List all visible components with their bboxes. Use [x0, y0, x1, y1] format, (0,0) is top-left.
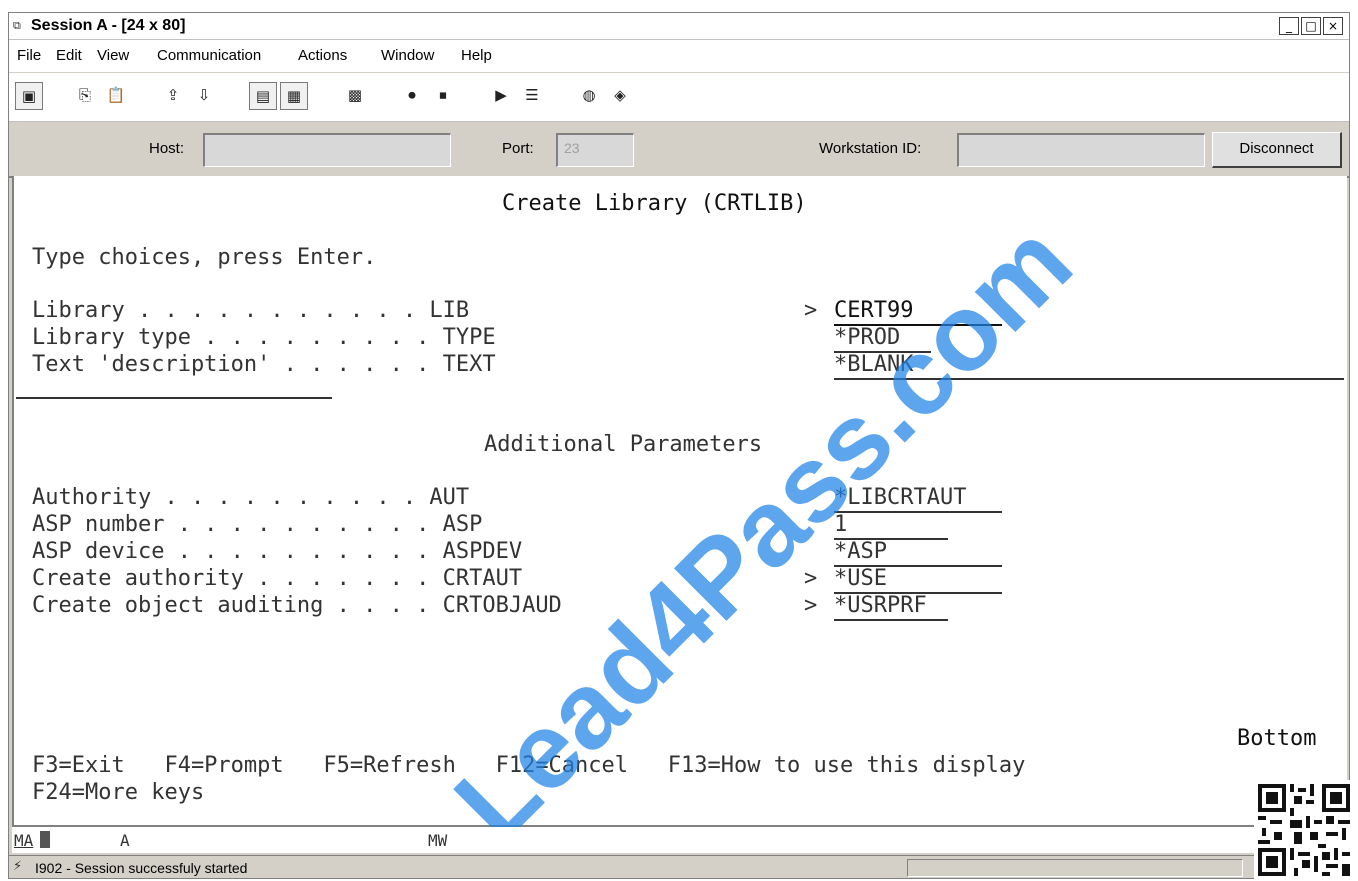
menu-edit[interactable]: Edit	[56, 47, 82, 64]
tag-icon[interactable]: ◈	[606, 82, 634, 110]
host-label: Host:	[149, 140, 185, 157]
create-authority-input[interactable]: *USE	[834, 565, 1002, 594]
param-label-text-description: Text 'description' . . . . . . TEXT	[32, 352, 496, 377]
asp-device-input[interactable]: *ASP	[834, 538, 1002, 567]
param-label-create-object-auditing: Create object auditing . . . . CRTOBJAUD	[32, 593, 562, 618]
oia-message-indicator: MA	[14, 831, 34, 850]
menu-help[interactable]: Help	[461, 47, 492, 64]
param-label-library: Library . . . . . . . . . . . LIB	[32, 298, 470, 323]
status-bar: ⚡ I902 - Session successfuly started	[9, 855, 1349, 878]
asp-number-input[interactable]: 1	[834, 511, 948, 540]
screen-title: Create Library (CRTLIB)	[502, 191, 807, 216]
menu-communication[interactable]: Communication	[157, 47, 261, 64]
qr-code-icon	[1254, 780, 1354, 880]
function-keys-line-1: F3=Exit F4=Prompt F5=Refresh F12=Cancel …	[32, 753, 1026, 778]
port-label: Port:	[502, 140, 534, 157]
status-pane	[907, 859, 1243, 877]
library-input[interactable]: CERT99	[834, 297, 1002, 326]
authority-input[interactable]: *LIBCRTAUT	[834, 484, 1002, 513]
macro-icon[interactable]: ▩	[341, 82, 369, 110]
text-description-input[interactable]: *BLANK	[834, 351, 1344, 380]
param-label-library-type: Library type . . . . . . . . . TYPE	[32, 325, 496, 350]
title-bar[interactable]: ⧉ Session A - [24 x 80] _ □ ×	[9, 13, 1349, 40]
library-type-input[interactable]: *PROD	[834, 324, 931, 353]
print-screen-icon[interactable]: ▣	[15, 82, 43, 110]
status-message: I902 - Session successfuly started	[35, 860, 248, 876]
copy-icon[interactable]: ⎘	[71, 82, 99, 110]
param-label-authority: Authority . . . . . . . . . . AUT	[32, 485, 470, 510]
maximize-button[interactable]: □	[1301, 17, 1321, 35]
stop-macro-icon[interactable]: ⏹	[429, 82, 457, 110]
param-prefix-create-object-auditing: >	[804, 593, 818, 618]
emulator-window: ⧉ Session A - [24 x 80] _ □ × File Edit …	[8, 12, 1350, 879]
window-title: Session A - [24 x 80]	[31, 17, 186, 34]
text-description-continuation-line	[16, 397, 332, 399]
additional-parameters-title: Additional Parameters	[484, 432, 763, 457]
menu-window[interactable]: Window	[381, 47, 434, 64]
menu-actions[interactable]: Actions	[298, 47, 347, 64]
menu-file[interactable]: File	[17, 47, 41, 64]
session-status-icon: ⚡	[13, 859, 23, 874]
play-macro-icon[interactable]: ▶	[487, 82, 515, 110]
disconnect-button[interactable]: Disconnect	[1212, 132, 1342, 168]
instructions-text: Type choices, press Enter.	[32, 245, 377, 270]
oia-mode: A	[120, 831, 130, 850]
workstation-id-input[interactable]	[957, 133, 1205, 167]
oia-mw: MW	[428, 831, 448, 850]
create-object-auditing-input[interactable]: *USRPRF	[834, 592, 948, 621]
param-label-create-authority: Create authority . . . . . . . CRTAUT	[32, 566, 523, 591]
toolbar: ▣ ⎘ 📋 ⇪ ⇩ ▤ ▦ ▩ ⏺ ⏹ ▶ ☰ ◍ ◈	[9, 73, 1349, 122]
connection-bar: Host: Port: 23 Workstation ID: Disconnec…	[9, 122, 1349, 178]
param-prefix-library: >	[804, 298, 818, 323]
operator-info-area: MA A MW	[12, 827, 1347, 853]
paste-icon[interactable]: 📋	[102, 82, 130, 110]
workstation-id-label: Workstation ID:	[819, 140, 922, 157]
param-label-asp-device: ASP device . . . . . . . . . . ASPDEV	[32, 539, 523, 564]
function-keys-line-2: F24=More keys	[32, 780, 205, 805]
param-prefix-create-authority: >	[804, 566, 818, 591]
bottom-marker: Bottom	[1237, 726, 1317, 751]
macro-list-icon[interactable]: ☰	[518, 82, 546, 110]
record-macro-icon[interactable]: ⏺	[398, 82, 426, 110]
display-icon[interactable]: ▤	[249, 82, 277, 110]
terminal-screen[interactable]: Create Library (CRTLIB) Type choices, pr…	[12, 176, 1347, 863]
menu-bar: File Edit View Communication Actions Win…	[9, 40, 1349, 72]
host-input[interactable]	[203, 133, 451, 167]
minimize-button[interactable]: _	[1279, 17, 1299, 35]
send-file-icon[interactable]: ⇪	[159, 82, 187, 110]
menu-view[interactable]: View	[97, 47, 129, 64]
terminal-session-icon: ⧉	[13, 20, 21, 32]
keypad-icon[interactable]: ▦	[280, 82, 308, 110]
oia-cursor-block	[40, 831, 50, 848]
param-label-asp-number: ASP number . . . . . . . . . . ASP	[32, 512, 483, 537]
globe-icon[interactable]: ◍	[575, 82, 603, 110]
port-input[interactable]: 23	[556, 133, 634, 167]
close-button[interactable]: ×	[1323, 17, 1343, 35]
receive-file-icon[interactable]: ⇩	[190, 82, 218, 110]
